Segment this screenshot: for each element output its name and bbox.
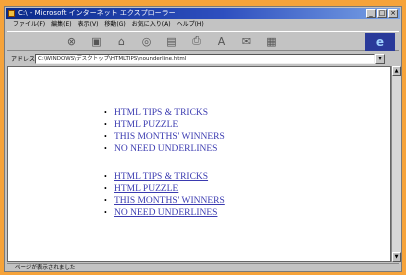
status-text: ページが表示されました <box>15 265 76 271</box>
ie-logo-icon: e <box>365 33 395 51</box>
menu-help[interactable]: ヘルプ(H) <box>177 20 204 30</box>
list-item[interactable]: • THIS MONTHS' WINNERS <box>104 195 225 207</box>
link-text[interactable]: NO NEED UNDERLINES <box>114 144 217 154</box>
scroll-down-icon[interactable]: ▼ <box>392 252 401 262</box>
list-item[interactable]: • NO NEED UNDERLINES <box>104 143 225 155</box>
refresh-icon[interactable]: ▣ <box>90 35 103 48</box>
search-icon[interactable]: ◎ <box>140 35 153 48</box>
link-text[interactable]: HTML TIPS & TRICKS <box>114 108 208 118</box>
address-bar: アドレス C:\WINDOWS\デスクトップ\HTMLTIPS\nounderl… <box>7 52 399 65</box>
list-item[interactable]: • THIS MONTHS' WINNERS <box>104 131 225 143</box>
list-item[interactable]: • HTML PUZZLE <box>104 183 225 195</box>
bullet-icon: • <box>104 196 107 205</box>
address-input[interactable]: C:\WINDOWS\デスクトップ\HTMLTIPS\nounderline.h… <box>35 53 375 64</box>
bullet-icon: • <box>104 132 107 141</box>
link-text[interactable]: HTML PUZZLE <box>114 184 178 194</box>
address-label: アドレス <box>11 56 36 63</box>
minimize-button[interactable]: _ <box>366 9 376 18</box>
list-item[interactable]: • HTML TIPS & TRICKS <box>104 107 225 119</box>
status-bar: ページが表示されました <box>7 263 399 271</box>
link-text[interactable]: THIS MONTHS' WINNERS <box>114 196 225 206</box>
list-item[interactable]: • HTML PUZZLE <box>104 119 225 131</box>
link-text[interactable]: HTML PUZZLE <box>114 120 178 130</box>
bullet-icon: • <box>104 108 107 117</box>
scroll-up-icon[interactable]: ▲ <box>392 66 401 76</box>
mail-icon[interactable]: ✉ <box>240 35 253 48</box>
menu-file[interactable]: ファイル(F) <box>13 20 45 30</box>
stop-icon[interactable]: ⊗ <box>65 35 78 48</box>
page-content: • HTML TIPS & TRICKS • HTML PUZZLE • THIS M… <box>7 66 391 262</box>
title-bar: C:\ - Microsoft インターネット エクスプローラー _ □ × <box>6 8 400 19</box>
link-list-underlined: • HTML TIPS & TRICKS • HTML PUZZLE • THIS M… <box>104 171 225 219</box>
link-text[interactable]: THIS MONTHS' WINNERS <box>114 132 225 142</box>
bullet-icon: • <box>104 120 107 129</box>
ie-page-icon <box>8 10 15 17</box>
bullet-icon: • <box>104 144 107 153</box>
browser-window: C:\ - Microsoft インターネット エクスプローラー _ □ × フ… <box>4 6 402 272</box>
home-icon[interactable]: ⌂ <box>115 35 128 48</box>
menu-bar: ファイル(F) 編集(E) 表示(V) 移動(G) お気に入り(A) ヘルプ(H… <box>7 20 399 30</box>
list-item[interactable]: • NO NEED UNDERLINES <box>104 207 225 219</box>
link-list-plain: • HTML TIPS & TRICKS • HTML PUZZLE • THIS M… <box>104 107 225 155</box>
bullet-icon: • <box>104 172 107 181</box>
bullet-icon: • <box>104 208 107 217</box>
link-text[interactable]: HTML TIPS & TRICKS <box>114 172 208 182</box>
favorites-icon[interactable]: ▤ <box>165 35 178 48</box>
menu-view[interactable]: 表示(V) <box>78 20 99 30</box>
maximize-button[interactable]: □ <box>377 9 387 18</box>
toolbar: ⊗ ▣ ⌂ ◎ ▤ ⎙ A ✉ ▦ e <box>7 31 399 51</box>
window-controls: _ □ × <box>366 9 398 18</box>
bullet-icon: • <box>104 184 107 193</box>
font-icon[interactable]: A <box>215 35 228 48</box>
vertical-scrollbar[interactable]: ▲ ▼ <box>391 66 401 262</box>
print-icon[interactable]: ⎙ <box>190 34 203 48</box>
menu-favorites[interactable]: お気に入り(A) <box>132 20 171 30</box>
list-item[interactable]: • HTML TIPS & TRICKS <box>104 171 225 183</box>
window-title: C:\ - Microsoft インターネット エクスプローラー <box>18 9 176 17</box>
close-button[interactable]: × <box>388 9 398 18</box>
edit-icon[interactable]: ▦ <box>265 35 278 48</box>
address-dropdown-icon[interactable]: ▾ <box>375 53 385 64</box>
menu-go[interactable]: 移動(G) <box>104 20 125 30</box>
menu-edit[interactable]: 編集(E) <box>51 20 71 30</box>
link-text[interactable]: NO NEED UNDERLINES <box>114 208 217 218</box>
